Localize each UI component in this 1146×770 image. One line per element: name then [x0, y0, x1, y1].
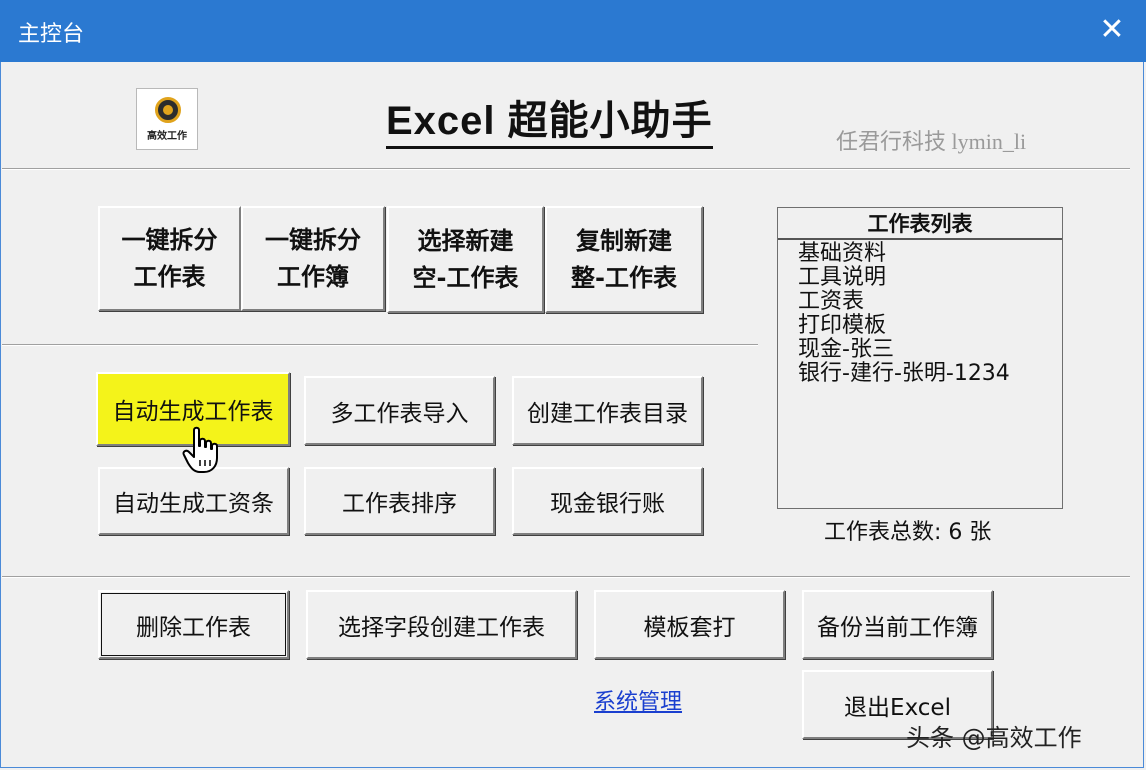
button-label-line2: 整-工作表	[571, 263, 677, 292]
divider	[2, 168, 1130, 170]
close-icon[interactable]: ✕	[1092, 10, 1132, 50]
list-item[interactable]: 工具说明	[798, 266, 1010, 290]
divider	[2, 344, 758, 346]
system-management-link[interactable]: 系统管理	[594, 684, 682, 716]
title-bar: 主控台 ✕	[0, 0, 1146, 62]
button-label-line2: 工作簿	[277, 262, 349, 291]
cash-bank-account-button[interactable]: 现金银行账	[512, 467, 703, 535]
sheet-listbox[interactable]: 工作表列表 基础资料 工具说明 工资表 打印模板 现金-张三 银行-建行-张明-…	[777, 207, 1063, 509]
hand-cursor-icon	[182, 426, 218, 473]
delete-sheet-button[interactable]: 删除工作表	[98, 590, 289, 659]
app-title: Excel 超能小助手	[386, 96, 713, 149]
backup-workbook-button[interactable]: 备份当前工作簿	[802, 590, 993, 659]
split-workbook-button[interactable]: 一键拆分 工作簿	[241, 206, 385, 311]
button-label-line1: 复制新建	[576, 226, 672, 255]
company-label: 任君行科技 lymin_li	[836, 129, 1027, 154]
button-label-line2: 空-工作表	[412, 263, 519, 292]
sheet-count-label: 工作表总数: 6 张	[824, 520, 992, 545]
logo: 高效工作	[136, 88, 198, 150]
list-item[interactable]: 现金-张三	[798, 338, 1010, 362]
split-sheet-button[interactable]: 一键拆分 工作表	[98, 206, 241, 311]
list-item[interactable]: 银行-建行-张明-1234	[798, 362, 1010, 386]
auto-generate-payslip-button[interactable]: 自动生成工资条	[98, 467, 289, 535]
window-title: 主控台	[18, 22, 85, 47]
create-sheet-toc-button[interactable]: 创建工作表目录	[512, 376, 703, 445]
sheet-sort-button[interactable]: 工作表排序	[304, 467, 495, 535]
multi-sheet-import-button[interactable]: 多工作表导入	[304, 376, 495, 445]
watermark: 头条 @高效工作	[906, 724, 1082, 752]
list-item[interactable]: 基础资料	[798, 242, 1010, 266]
template-print-button[interactable]: 模板套打	[594, 590, 785, 659]
logo-text: 高效工作	[147, 131, 187, 142]
button-label-line1: 一键拆分	[265, 225, 361, 254]
sheet-list: 基础资料 工具说明 工资表 打印模板 现金-张三 银行-建行-张明-1234	[798, 242, 1010, 386]
button-label-line1: 一键拆分	[121, 225, 218, 254]
divider	[2, 576, 1130, 578]
copy-full-sheet-button[interactable]: 复制新建整-工作表	[545, 206, 703, 313]
new-blank-sheet-button[interactable]: 选择新建空-工作表	[387, 206, 544, 313]
button-label-line2: 工作表	[133, 262, 206, 291]
list-item[interactable]: 工资表	[798, 290, 1010, 314]
logo-mark-icon	[155, 97, 181, 123]
button-label-line1: 选择新建	[417, 226, 514, 255]
sheet-list-header: 工作表列表	[778, 208, 1062, 240]
select-field-create-button[interactable]: 选择字段创建工作表	[306, 590, 577, 659]
list-item[interactable]: 打印模板	[798, 314, 1010, 338]
